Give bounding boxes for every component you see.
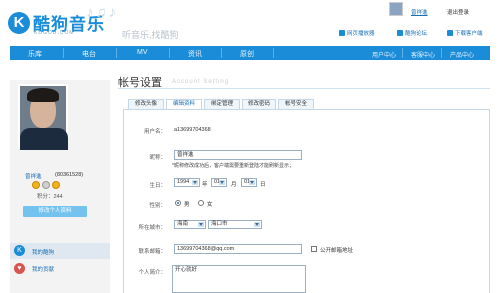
nav-user-center[interactable]: 用户中心 (372, 50, 396, 59)
avatar-photo-hair (27, 88, 59, 102)
nav-service-center[interactable]: 客服中心 (411, 50, 435, 59)
sidebar-item-my-contribution[interactable] (10, 260, 110, 276)
nickname-input[interactable]: 曾祥進 (174, 150, 302, 160)
edit-profile-button[interactable]: 修改个人资料 (23, 206, 87, 217)
username-label: 用户名： (143, 129, 166, 135)
nav-divider (169, 48, 170, 58)
heart-icon: ♥ (14, 263, 25, 274)
gender-male-radio[interactable] (175, 200, 181, 206)
nav-divider (441, 48, 442, 58)
download-icon (447, 30, 453, 36)
month-unit: 月 (231, 182, 237, 188)
birth-year-select[interactable]: 1994 (174, 178, 200, 187)
nav-item-library[interactable]: 乐库 (28, 49, 42, 59)
profile-username[interactable]: 曾祥進 (25, 172, 42, 180)
nav-divider (273, 48, 274, 58)
header-avatar[interactable] (389, 2, 403, 16)
avatar-photo-shirt (20, 128, 68, 150)
sidebar-item-my-kugou[interactable] (10, 243, 110, 259)
nickname-hint: *昵称修改成功后，客户端需要重新登陆才能刷新显示； (172, 163, 294, 169)
year-unit: 年 (202, 182, 208, 188)
profile-user-id: (80361528) (55, 172, 84, 178)
download-client-link[interactable]: 下载客户端 (447, 29, 483, 37)
chevron-down-icon (198, 222, 204, 227)
page-title-english: Account Setting (172, 79, 230, 85)
day-unit: 日 (260, 182, 266, 188)
kugou-logo-icon[interactable]: K (8, 12, 30, 34)
web-player-link[interactable]: 网页播放器 (339, 29, 375, 37)
chevron-down-icon (254, 222, 260, 227)
city-select[interactable]: 海口市 (208, 220, 262, 229)
intro-label: 个人简介： (138, 270, 166, 276)
province-value: 海南 (177, 221, 189, 227)
sidebar-item-label: 我的酷狗 (32, 250, 55, 256)
birthday-label: 生日： (149, 183, 166, 189)
kugou-logo-domain: KUGOU.COM (34, 30, 75, 36)
gender-female-radio[interactable] (198, 200, 204, 206)
chevron-down-icon (249, 180, 255, 185)
web-player-icon (339, 30, 345, 36)
web-player-label: 网页播放器 (347, 31, 375, 37)
nav-divider (221, 48, 222, 58)
gender-female-label: 女 (207, 202, 213, 208)
gold-medal-icon (32, 181, 40, 189)
birth-day-select[interactable]: 01 (241, 178, 257, 187)
profile-points: 积分：244 (37, 194, 63, 200)
nav-item-original[interactable]: 原创 (240, 49, 254, 59)
logout-link[interactable]: 退出登录 (447, 8, 469, 16)
chevron-down-icon (219, 180, 225, 185)
nav-product-center[interactable]: 产品中心 (450, 50, 474, 59)
nav-item-news[interactable]: 资讯 (188, 49, 202, 59)
nav-divider (63, 48, 64, 58)
nickname-label: 昵称： (149, 155, 166, 161)
gender-male-label: 男 (184, 202, 190, 208)
sidebar-item-label: 我的贡献 (32, 267, 55, 273)
header-username-link[interactable]: 曾祥進 (411, 8, 428, 16)
email-label: 联系邮箱： (138, 249, 166, 255)
nav-item-mv[interactable]: MV (137, 49, 148, 56)
gold-medal-icon (52, 181, 60, 189)
forum-link[interactable]: 酷狗论坛 (397, 29, 427, 37)
music-notes-decoration: ♪♫♪ (86, 4, 119, 21)
province-select[interactable]: 海南 (174, 220, 206, 229)
birth-month-select[interactable]: 01 (211, 178, 227, 187)
chevron-down-icon (192, 180, 198, 185)
nav-item-radio[interactable]: 电台 (82, 49, 96, 59)
email-input[interactable]: 13699704368@qq.com (174, 244, 302, 254)
city-value: 海口市 (211, 221, 228, 227)
nav-divider (116, 48, 117, 58)
download-label: 下载客户端 (455, 31, 483, 37)
silver-medal-icon (42, 181, 50, 189)
nav-divider (402, 48, 403, 58)
email-public-checkbox[interactable] (311, 246, 317, 252)
intro-textarea[interactable]: 开心就好 (172, 265, 306, 293)
kugou-icon: K (14, 245, 25, 256)
email-public-label: 公开邮箱地址 (320, 248, 354, 254)
title-divider (118, 88, 490, 89)
gender-label: 性别： (149, 203, 166, 209)
header-slogan: 听音乐,找酷狗 (122, 30, 179, 40)
city-label: 所在城市： (138, 225, 166, 231)
forum-icon (397, 30, 403, 36)
username-value: a13699704368 (174, 127, 211, 133)
forum-label: 酷狗论坛 (405, 31, 428, 37)
birth-year-value: 1994 (177, 179, 190, 185)
